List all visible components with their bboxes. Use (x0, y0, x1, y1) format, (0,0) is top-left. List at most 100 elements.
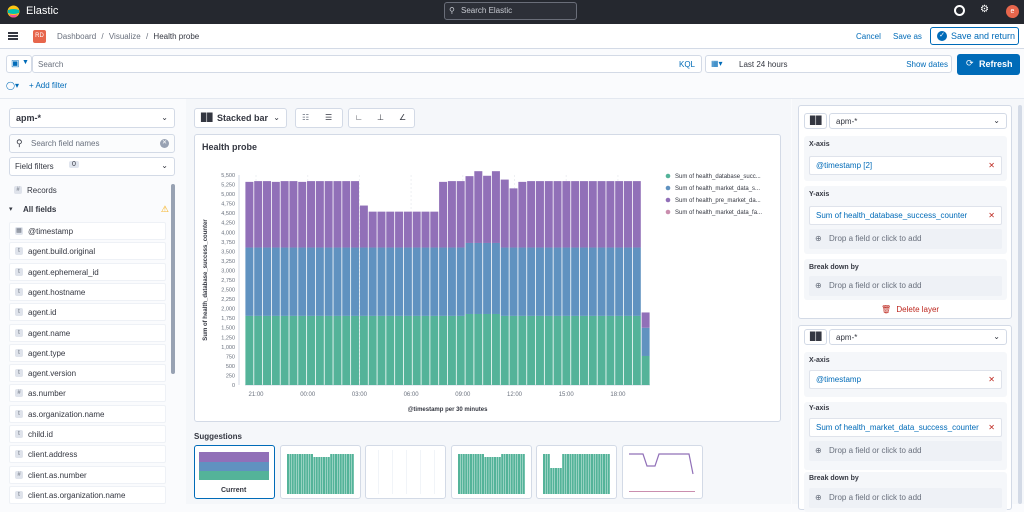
bar-segment (421, 247, 430, 316)
field-item[interactable]: ▦ @timestamp (9, 222, 166, 240)
bar-segment (641, 312, 650, 328)
field-name: client.as.organization.name (28, 490, 126, 500)
number-type-icon: # (15, 470, 23, 479)
field-item[interactable]: # as.number (9, 384, 166, 403)
user-avatar[interactable]: e (1006, 5, 1019, 18)
search-icon: ⚲ (16, 138, 23, 148)
x-axis-group: X-axis @timestamp ✕ (804, 352, 1007, 397)
plus-icon: ⊕ (815, 281, 822, 290)
layer-panel-2: ▉▉ apm-* ⌄ X-axis @timestamp ✕ Y-axis Sum… (798, 325, 1012, 512)
field-item[interactable]: t as.organization.name (9, 404, 166, 423)
suggestion-current[interactable]: Current (194, 445, 275, 499)
bar-segment (412, 315, 421, 385)
breakdown-drop-zone[interactable]: ⊕ Drop a field or click to add (809, 488, 1002, 508)
right-axis-icon[interactable]: ∠ (399, 113, 406, 122)
layer-settings-button[interactable]: ▉▉ (804, 329, 827, 345)
y-axis-drop-zone[interactable]: ⊕ Drop a field or click to add (809, 441, 1002, 461)
menu-icon[interactable] (8, 32, 18, 40)
breakdown-drop-zone[interactable]: ⊕ Drop a field or click to add (809, 276, 1002, 296)
date-picker[interactable]: ▦▾ Last 24 hours Show dates (705, 55, 952, 73)
elastic-logo-icon[interactable] (7, 5, 20, 18)
field-item[interactable]: t agent.hostname (9, 282, 166, 301)
cancel-button[interactable]: Cancel (856, 32, 881, 41)
save-and-return-button[interactable]: ✓ Save and return (930, 27, 1019, 45)
clear-icon[interactable]: ✕ (160, 139, 169, 148)
field-search-input[interactable]: ⚲ Search field names ✕ (9, 134, 175, 153)
remove-icon[interactable]: ✕ (988, 419, 995, 436)
index-pattern-select[interactable]: apm-* ⌄ (9, 108, 175, 128)
bar-segment (562, 315, 571, 385)
bottom-axis-icon[interactable]: ⊥ (377, 113, 384, 122)
field-filters-button[interactable]: Field filters 0 ⌄ (9, 157, 175, 176)
remove-icon[interactable]: ✕ (988, 371, 995, 388)
field-item[interactable]: # client.as.number (9, 465, 166, 484)
field-item[interactable]: t child.id (9, 425, 166, 443)
layer-index-select[interactable]: apm-* ⌄ (829, 113, 1007, 129)
x-axis-dimension[interactable]: @timestamp [2] ✕ (809, 156, 1002, 175)
refresh-button[interactable]: ⟳ Refresh (957, 54, 1020, 75)
field-item[interactable]: t agent.ephemeral_id (9, 262, 166, 281)
y-axis-drop-zone[interactable]: ⊕ Drop a field or click to add (809, 229, 1002, 249)
y-axis-dimension[interactable]: Sum of health_market_data_success_counte… (809, 418, 1002, 437)
suggestion-item[interactable] (365, 445, 446, 499)
suggestion-item[interactable] (621, 445, 703, 499)
layer-panel-1: ▉▉ apm-* ⌄ X-axis @timestamp [2] ✕ Y-axis… (798, 105, 1012, 319)
values-icon[interactable]: ☷ (302, 113, 309, 122)
suggestion-item[interactable] (450, 445, 532, 499)
x-axis-group: X-axis @timestamp [2] ✕ (804, 136, 1007, 181)
y-axis-title: Sum of health_database_success_counter (203, 219, 209, 341)
field-item[interactable]: t agent.build.original (9, 242, 166, 261)
add-filter-button[interactable]: + Add filter (29, 81, 67, 90)
bar-segment (465, 176, 474, 243)
help-icon[interactable] (954, 5, 965, 16)
remove-icon[interactable]: ✕ (988, 157, 995, 174)
layer-settings-button[interactable]: ▉▉ (804, 113, 827, 129)
y-tick-label: 3,500 (221, 249, 235, 255)
records-field[interactable]: # Records (9, 182, 166, 200)
delete-layer-button[interactable]: 🗑 Delete layer (881, 305, 939, 314)
chart-type-switcher[interactable]: ▉▉ Stacked bar ⌄ (194, 108, 287, 128)
config-scrollbar[interactable] (1018, 105, 1022, 504)
filter-icon[interactable]: ◯▾ (6, 81, 19, 90)
show-dates-button[interactable]: Show dates (906, 60, 948, 69)
y-axis-dimension[interactable]: Sum of health_database_success_counter ✕ (809, 206, 1002, 225)
bar-segment (632, 315, 641, 385)
bar-segment (298, 247, 307, 316)
suggestion-item[interactable] (536, 445, 617, 499)
bar-segment (562, 181, 571, 248)
calendar-icon[interactable]: ▦▾ (711, 59, 723, 68)
field-item[interactable]: t agent.id (9, 303, 166, 322)
suggestion-item[interactable] (279, 445, 361, 499)
all-fields-header[interactable]: ▾ All fields ⚠ (9, 204, 169, 218)
field-item[interactable]: t client.as.organization.name (9, 485, 166, 504)
bar-segment (615, 247, 624, 316)
left-axis-icon[interactable]: ∟ (355, 113, 363, 122)
kql-toggle[interactable]: KQL (679, 60, 695, 69)
field-item[interactable]: t agent.version (9, 364, 166, 383)
bar-segment (474, 242, 483, 314)
legend-icon[interactable]: ☰ (325, 113, 332, 122)
global-search-input[interactable]: ⚲ Search Elastic (444, 2, 577, 20)
field-item[interactable]: t agent.name (9, 323, 166, 342)
bar-segment (324, 315, 333, 385)
bar-segment (333, 181, 342, 248)
bar-segment (333, 247, 342, 316)
field-item[interactable]: t client.address (9, 445, 166, 464)
layer-index-select[interactable]: apm-* ⌄ (829, 329, 1007, 345)
sidebar-scrollbar[interactable] (171, 184, 175, 374)
bar-segment (571, 181, 580, 248)
query-search-input[interactable]: Search KQL (32, 55, 702, 73)
y-tick-label: 2,500 (221, 288, 235, 294)
x-axis-dimension[interactable]: @timestamp ✕ (809, 370, 1002, 389)
field-item[interactable]: t agent.type (9, 343, 166, 362)
breadcrumb-visualize[interactable]: Visualize (109, 32, 141, 41)
space-badge[interactable]: RD (33, 30, 46, 43)
saved-query-button[interactable]: ▣ ▼ (6, 55, 32, 73)
remove-icon[interactable]: ✕ (988, 207, 995, 224)
y-axis-label: Y-axis (809, 191, 830, 198)
x-tick-label: 00:00 (300, 392, 316, 398)
bar-segment (368, 315, 377, 385)
news-feed-icon[interactable]: ⚙ (980, 4, 989, 15)
breadcrumb-dashboard[interactable]: Dashboard (57, 32, 96, 41)
save-as-button[interactable]: Save as (893, 32, 922, 41)
